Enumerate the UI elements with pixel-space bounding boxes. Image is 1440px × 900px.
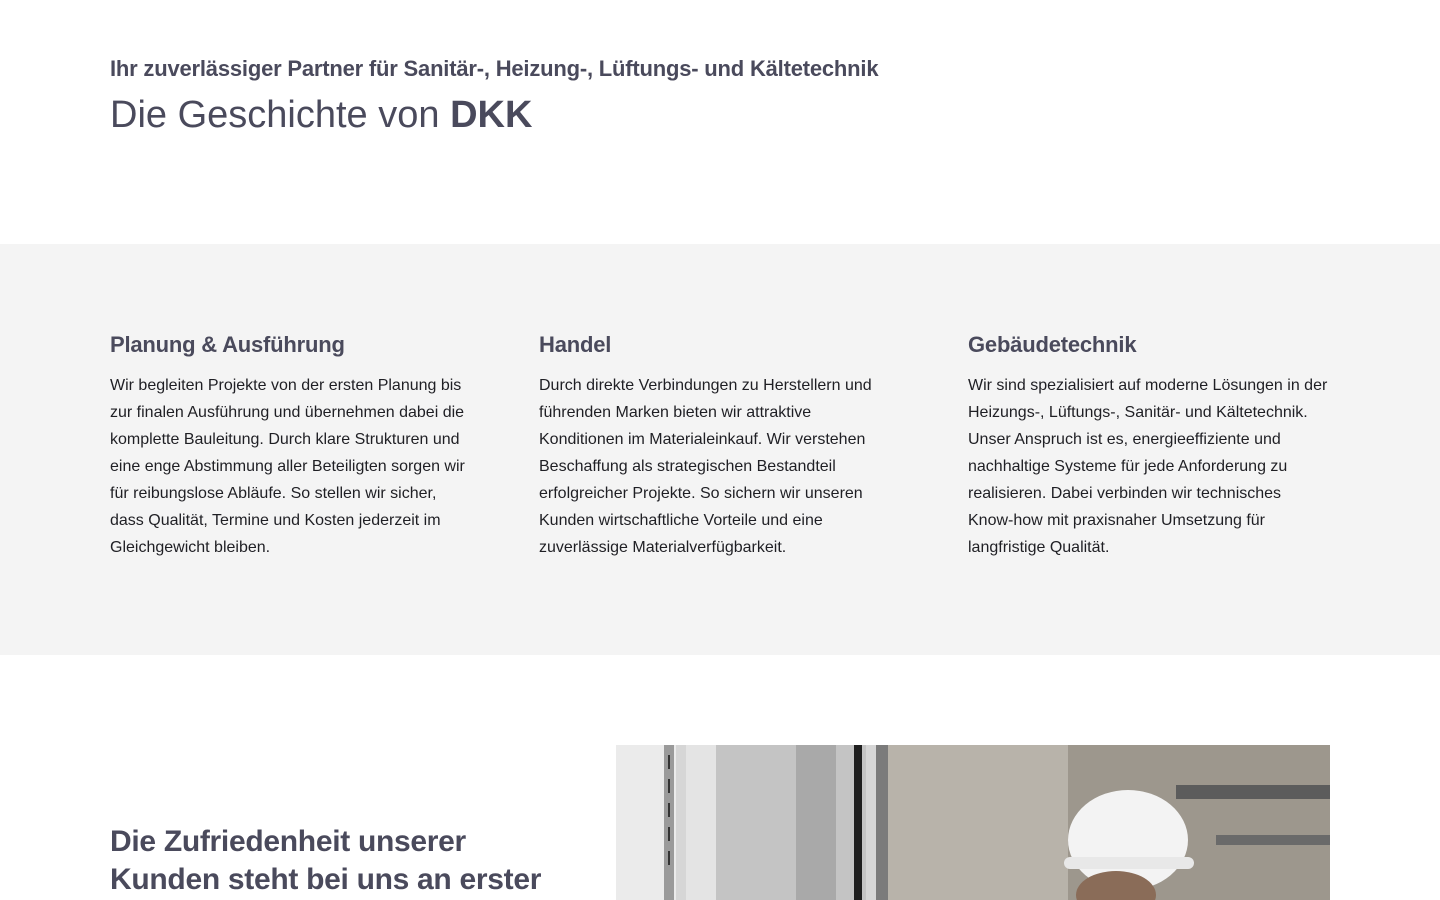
satisfaction-section: Die Zufriedenheit unserer Kunden steht b…	[0, 655, 1440, 900]
hero-kicker: Ihr zuverlässiger Partner für Sanitär-, …	[110, 56, 879, 81]
service-title: Gebäudetechnik	[968, 332, 1137, 357]
service-planung: Planung & Ausführung Wir begleiten Proje…	[110, 332, 480, 561]
service-text: Wir sind spezialisiert auf moderne Lösun…	[968, 377, 1328, 556]
services-section: Planung & Ausführung Wir begleiten Proje…	[0, 244, 1440, 655]
hero-section: Ihr zuverlässiger Partner für Sanitär-, …	[0, 0, 1440, 244]
service-title: Handel	[539, 332, 612, 357]
satisfaction-title: Die Zufriedenheit unserer Kunden steht b…	[110, 825, 542, 896]
service-gebaeudetechnik: Gebäudetechnik Wir sind spezialisiert au…	[968, 332, 1338, 561]
worker-photo	[616, 745, 1330, 900]
worker-photo-illustration	[616, 745, 1330, 900]
page-title: Die Geschichte von DKK	[110, 94, 532, 137]
service-handel: Handel Durch direkte Verbindungen zu Her…	[539, 332, 909, 561]
service-title: Planung & Ausführung	[110, 332, 345, 357]
page-title-prefix: Die Geschichte von	[110, 94, 440, 136]
service-text: Durch direkte Verbindungen zu Hersteller…	[539, 377, 872, 556]
service-text: Wir begleiten Projekte von der ersten Pl…	[110, 377, 465, 556]
page-title-brand: DKK	[450, 94, 533, 136]
